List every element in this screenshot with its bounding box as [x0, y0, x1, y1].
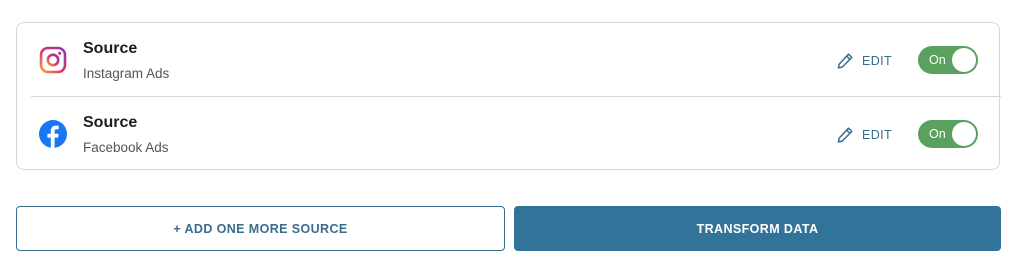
toggle-knob [952, 48, 976, 72]
source-title: Source [83, 40, 138, 57]
edit-label: EDIT [862, 54, 893, 68]
source-title: Source [83, 114, 138, 131]
source-row-facebook: Source Facebook Ads EDIT On [17, 97, 1001, 171]
pencil-icon [835, 51, 855, 71]
edit-button[interactable]: EDIT [835, 50, 892, 72]
toggle-knob [952, 122, 976, 146]
pencil-icon [835, 125, 855, 145]
source-row-instagram: Source Instagram Ads EDIT On [17, 23, 1001, 97]
add-source-button[interactable]: + ADD ONE MORE SOURCE [16, 206, 505, 251]
facebook-icon [39, 120, 67, 148]
toggle-label: On [929, 127, 946, 141]
edit-button[interactable]: EDIT [835, 124, 892, 146]
source-name: Facebook Ads [83, 140, 169, 155]
source-toggle[interactable]: On [918, 46, 978, 74]
instagram-icon [39, 46, 67, 74]
edit-label: EDIT [862, 128, 893, 142]
toggle-label: On [929, 53, 946, 67]
source-list: Source Instagram Ads EDIT On Source Face… [16, 22, 1001, 171]
page: Source Instagram Ads EDIT On Source Face… [0, 0, 1024, 271]
source-name: Instagram Ads [83, 66, 170, 81]
source-toggle[interactable]: On [918, 120, 978, 148]
transform-data-button[interactable]: TRANSFORM DATA [514, 206, 1001, 251]
